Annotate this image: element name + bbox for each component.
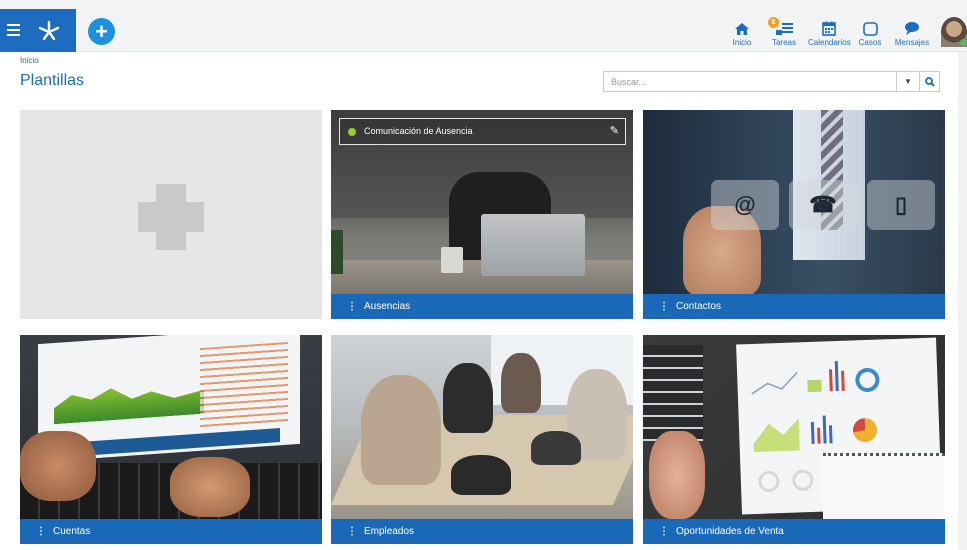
search-box: ▼ [603, 71, 940, 92]
search-icon [925, 76, 935, 87]
template-tile-ausencias[interactable]: Comunicación de Ausencia ✎ ⋮ Ausencias [331, 110, 633, 319]
template-tile-contactos[interactable]: @ ☎ ▯ ⋮ Contactos [643, 110, 945, 319]
nav-calendarios[interactable]: Calendarios [808, 18, 851, 47]
logo-icon[interactable] [36, 19, 62, 43]
template-hover-title[interactable]: Comunicación de Ausencia ✎ [339, 118, 626, 145]
nav-mensajes[interactable]: Mensajes [893, 18, 931, 47]
menu-icon[interactable] [7, 24, 20, 36]
tile-label: Empleados [364, 526, 415, 537]
top-bar: + Inicio 8 Tareas Calendarios Casos Mens… [0, 0, 967, 52]
messages-icon [893, 18, 931, 36]
brand-block [0, 9, 76, 52]
email-symbol-icon: @ [711, 180, 779, 230]
search-dropdown-button[interactable]: ▼ [896, 72, 919, 91]
tasks-badge: 8 [768, 17, 779, 28]
tile-caption[interactable]: ⋮ Ausencias [331, 294, 633, 319]
template-tile-empleados[interactable]: ⋮ Empleados [331, 335, 633, 544]
nav-calendarios-label: Calendarios [808, 38, 851, 47]
home-icon [731, 18, 753, 36]
cases-icon [858, 18, 882, 36]
tile-label: Oportunidades de Venta [676, 526, 784, 537]
kebab-menu-icon[interactable]: ⋮ [347, 519, 357, 544]
tile-label: Contactos [676, 301, 722, 312]
kebab-menu-icon[interactable]: ⋮ [36, 519, 46, 544]
nav-mensajes-label: Mensajes [894, 38, 930, 47]
search-input[interactable] [604, 72, 896, 91]
add-button[interactable]: + [88, 18, 115, 45]
kebab-menu-icon[interactable]: ⋮ [347, 294, 357, 319]
breadcrumb[interactable]: Inicio [20, 56, 39, 65]
page-scrollbar[interactable] [958, 52, 967, 550]
nav-tareas-label: Tareas [771, 38, 796, 47]
search-button[interactable] [919, 72, 940, 91]
caret-down-icon: ▼ [904, 77, 912, 86]
tablet-symbol-icon: ▯ [867, 180, 935, 230]
edit-icon[interactable]: ✎ [610, 119, 619, 144]
nav-casos[interactable]: Casos [858, 18, 882, 47]
template-hover-title-text: Comunicación de Ausencia [364, 126, 473, 136]
tile-caption[interactable]: ⋮ Empleados [331, 519, 633, 544]
tile-caption[interactable]: ⋮ Contactos [643, 294, 945, 319]
calendar-icon [808, 18, 850, 36]
nav-tareas[interactable]: 8 Tareas [768, 17, 798, 47]
nav-inicio-label: Inicio [732, 38, 752, 47]
page-title: Plantillas [20, 72, 85, 89]
tile-label: Ausencias [364, 301, 411, 312]
phone-symbol-icon: ☎ [789, 180, 857, 230]
template-tile-cuentas[interactable]: ⋮ Cuentas [20, 335, 322, 544]
nav-casos-label: Casos [858, 38, 882, 47]
kebab-menu-icon[interactable]: ⋮ [659, 519, 669, 544]
tile-caption[interactable]: ⋮ Cuentas [20, 519, 322, 544]
template-tile-oportunidades-de-venta[interactable]: ⋮ Oportunidades de Venta [643, 335, 945, 544]
kebab-menu-icon[interactable]: ⋮ [659, 294, 669, 319]
tile-label: Cuentas [53, 526, 91, 537]
nav-inicio[interactable]: Inicio [731, 18, 753, 47]
status-dot [348, 128, 356, 136]
tile-caption[interactable]: ⋮ Oportunidades de Venta [643, 519, 945, 544]
tasks-icon: 8 [768, 17, 798, 36]
new-template-tile[interactable] [20, 110, 322, 319]
online-status-dot [960, 39, 967, 46]
